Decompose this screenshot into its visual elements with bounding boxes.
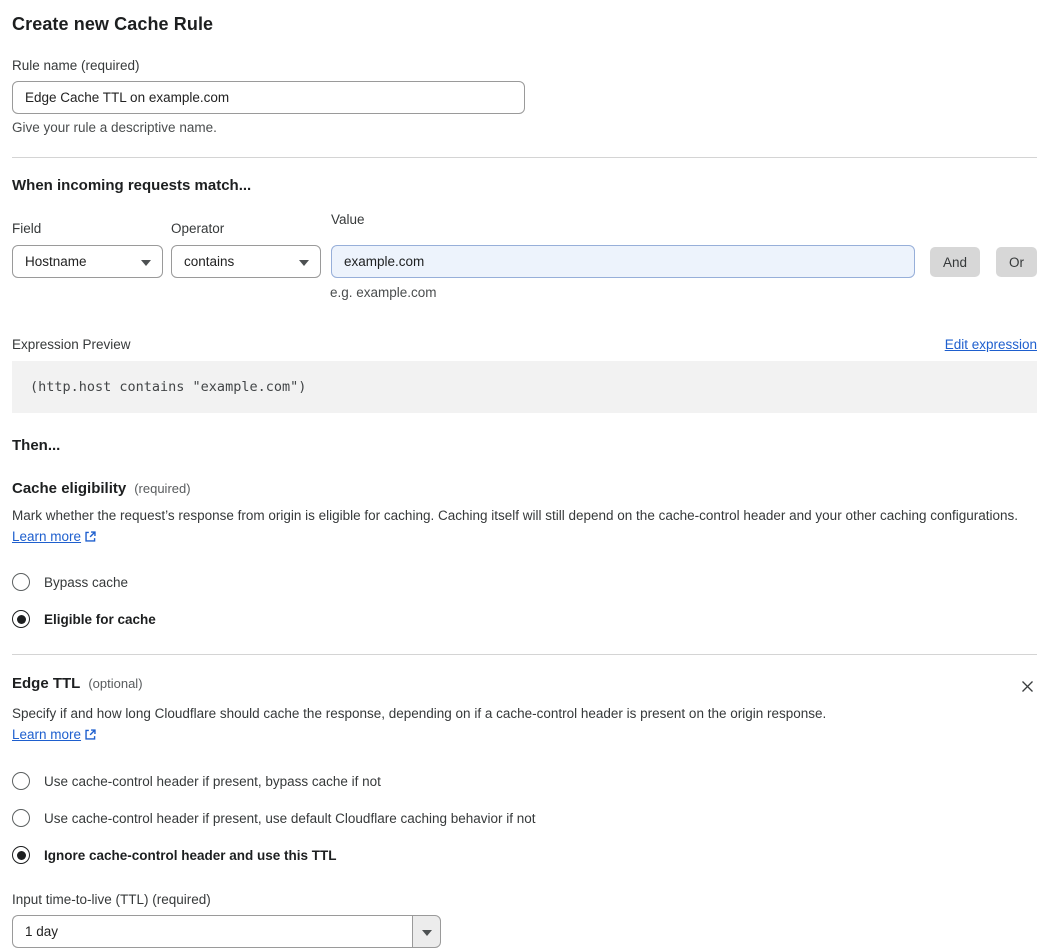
edge-ttl-learn-more-link[interactable]: Learn more: [12, 727, 81, 742]
ttl-input-label: Input time-to-live (TTL) (required): [12, 892, 211, 907]
divider: [12, 654, 1037, 655]
radio-use-header-default-label: Use cache-control header if present, use…: [44, 810, 536, 826]
cache-eligibility-description-text: Mark whether the request’s response from…: [12, 508, 1019, 523]
field-label: Field: [12, 221, 42, 236]
rule-name-input[interactable]: [12, 81, 525, 114]
radio-selected-icon: [12, 610, 30, 628]
expression-preview-label: Expression Preview: [12, 337, 131, 352]
field-select[interactable]: Hostname: [12, 245, 163, 278]
value-input[interactable]: [331, 245, 915, 278]
and-button[interactable]: And: [929, 247, 980, 277]
create-cache-rule-page: Create new Cache Rule Rule name (require…: [0, 0, 1058, 948]
external-link-icon: [84, 528, 97, 549]
radio-ignore-header-ttl-label: Ignore cache-control header and use this…: [44, 847, 337, 863]
or-button[interactable]: Or: [996, 247, 1037, 277]
radio-ignore-header-ttl[interactable]: Ignore cache-control header and use this…: [12, 846, 1037, 864]
divider: [12, 157, 1037, 158]
chevron-down-icon: [141, 259, 151, 266]
field-select-value: Hostname: [25, 254, 87, 269]
ttl-dropdown-button[interactable]: [412, 915, 441, 948]
rule-name-help: Give your rule a descriptive name.: [12, 120, 217, 135]
radio-use-header-bypass-label: Use cache-control header if present, byp…: [44, 773, 381, 789]
cache-eligibility-required-flag: (required): [134, 481, 191, 496]
edit-expression-link[interactable]: Edit expression: [945, 337, 1037, 352]
cache-eligibility-section: Cache eligibility (required) Mark whethe…: [12, 480, 1037, 628]
match-heading: When incoming requests match...: [12, 177, 252, 194]
cache-eligibility-learn-more-link[interactable]: Learn more: [12, 529, 81, 544]
radio-bypass-cache[interactable]: Bypass cache: [12, 573, 1037, 591]
radio-use-header-default[interactable]: Use cache-control header if present, use…: [12, 809, 1037, 827]
radio-eligible-for-cache-label: Eligible for cache: [44, 611, 156, 627]
edge-ttl-description-text: Specify if and how long Cloudflare shoul…: [12, 706, 827, 721]
radio-icon: [12, 809, 30, 827]
ttl-combo: [12, 915, 441, 948]
rule-name-label: Rule name (required): [12, 58, 140, 73]
edge-ttl-section: Edge TTL (optional) Specify if and how l…: [12, 675, 1037, 948]
external-link-icon: [84, 726, 97, 747]
expression-code: (http.host contains "example.com"): [30, 379, 307, 395]
radio-icon: [12, 573, 30, 591]
radio-bypass-cache-label: Bypass cache: [44, 574, 129, 590]
operator-select[interactable]: contains: [171, 245, 321, 278]
edge-ttl-description: Specify if and how long Cloudflare shoul…: [12, 703, 844, 747]
value-label: Value: [331, 212, 365, 227]
radio-selected-icon: [12, 846, 30, 864]
value-help: e.g. example.com: [330, 285, 437, 300]
edge-ttl-optional-flag: (optional): [88, 676, 143, 691]
ttl-input[interactable]: [12, 915, 412, 948]
then-heading: Then...: [12, 437, 61, 454]
radio-use-header-bypass[interactable]: Use cache-control header if present, byp…: [12, 772, 1037, 790]
edge-ttl-title: Edge TTL: [12, 675, 81, 692]
chevron-down-icon: [299, 259, 309, 266]
close-icon[interactable]: [1018, 677, 1037, 699]
cache-eligibility-description: Mark whether the request’s response from…: [12, 505, 1037, 549]
expression-code-block: (http.host contains "example.com"): [12, 361, 1037, 413]
match-row: Field Hostname Operator contains Value A…: [12, 212, 1037, 278]
operator-select-value: contains: [184, 254, 235, 269]
radio-eligible-for-cache[interactable]: Eligible for cache: [12, 610, 1037, 628]
radio-icon: [12, 772, 30, 790]
page-title: Create new Cache Rule: [12, 14, 214, 34]
operator-label: Operator: [171, 221, 225, 236]
chevron-down-icon: [422, 929, 432, 936]
cache-eligibility-title: Cache eligibility: [12, 480, 127, 497]
